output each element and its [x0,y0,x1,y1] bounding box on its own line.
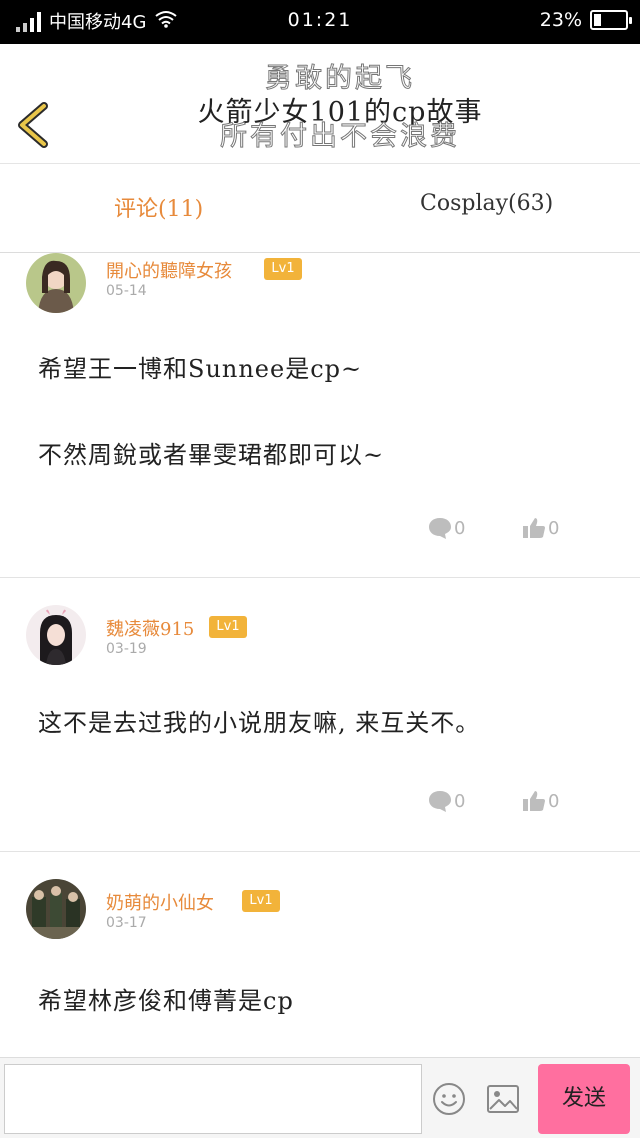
status-bar: 中国移动4G 01:21 23% [0,0,640,44]
status-right: 23% [539,9,632,31]
comment-list[interactable]: 開心的聽障女孩 Lv1 05-14 希望王一博和Sunnee是cp~ 不然周銳或… [0,253,640,1057]
comment-item: 奶萌的小仙女 Lv1 03-17 希望林彦俊和傅菁是cp [0,853,640,1057]
battery-icon [590,10,632,30]
like-button[interactable]: 0 [522,517,559,539]
comment-text: 这不是去过我的小说朋友嘛, 来互关不。 [38,709,481,737]
emoji-button[interactable] [432,1082,466,1116]
like-button[interactable]: 0 [522,790,559,812]
back-button[interactable] [14,102,54,148]
comment-icon [429,518,451,539]
thumbs-up-icon [523,518,545,538]
reply-button[interactable]: 0 [428,517,465,539]
image-button[interactable] [486,1084,520,1114]
comment-text: 不然周銳或者畢雯珺都即可以~ [38,441,385,469]
avatar[interactable] [26,253,86,313]
send-button[interactable]: 发送 [538,1064,630,1134]
back-arrow-icon [18,102,48,148]
reply-count: 0 [454,790,466,812]
like-count: 0 [548,790,560,812]
comment-text: 希望林彦俊和傅菁是cp [38,987,294,1015]
comment-input-bar: 发送 [0,1057,640,1138]
comment-date: 05-14 [106,283,147,299]
emoji-icon [433,1083,465,1115]
comment-date: 03-19 [106,641,147,657]
comment-icon [429,791,451,812]
comment-item: 魏凌薇915 Lv1 03-19 这不是去过我的小说朋友嘛, 来互关不。 0 0 [0,579,640,852]
tab-comments[interactable]: 评论(11) [114,191,203,223]
tab-bar: 评论(11) Cosplay(63) [0,165,640,253]
header: 勇敢的起飞 火箭少女101的cp故事 所有付出不会浪费 [0,44,640,164]
avatar[interactable] [26,879,86,939]
level-badge: Lv1 [264,258,302,280]
reply-count: 0 [454,517,466,539]
thumbs-up-icon [523,791,545,811]
comment-input[interactable] [4,1064,422,1134]
user-name[interactable]: 奶萌的小仙女 [106,889,214,915]
page-title: 勇敢的起飞 火箭少女101的cp故事 所有付出不会浪费 [160,62,520,154]
title-line-1: 勇敢的起飞 [265,63,415,95]
comment-text: 希望王一博和Sunnee是cp~ [38,355,363,383]
comment-date: 03-17 [106,915,147,931]
tab-cosplay[interactable]: Cosplay(63) [420,191,553,216]
like-count: 0 [548,517,560,539]
reply-button[interactable]: 0 [428,790,465,812]
user-name[interactable]: 開心的聽障女孩 [106,257,232,283]
avatar[interactable] [26,605,86,665]
comment-item: 開心的聽障女孩 Lv1 05-14 希望王一博和Sunnee是cp~ 不然周銳或… [0,253,640,578]
battery-fill [594,14,601,26]
image-icon [487,1085,519,1113]
level-badge: Lv1 [242,890,280,912]
battery-percent: 23% [539,9,582,31]
user-name[interactable]: 魏凌薇915 [106,615,194,641]
level-badge: Lv1 [209,616,247,638]
